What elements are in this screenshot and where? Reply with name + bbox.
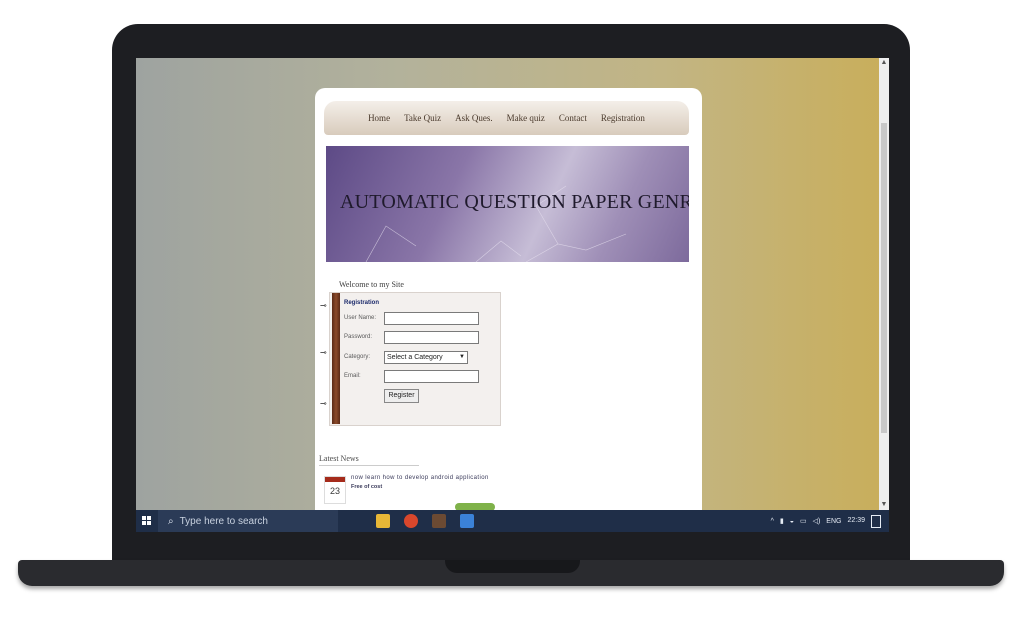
scroll-thumb[interactable] [881, 123, 887, 433]
nav-make-quiz[interactable]: Make quiz [507, 113, 545, 123]
scroll-down-icon[interactable]: ▼ [879, 500, 889, 510]
notification-icon[interactable] [871, 514, 881, 528]
web-page: Home Take Quiz Ask Ques. Make quiz Conta… [315, 88, 702, 518]
binder-ring-icon: ⊸ [320, 348, 327, 357]
windows-start-icon[interactable] [136, 510, 158, 532]
username-label: User Name: [344, 315, 377, 321]
category-selected-value: Select a Category [387, 354, 443, 361]
welcome-text: Welcome to my Site [339, 280, 404, 289]
news-item-sub: Free of cost [351, 484, 383, 490]
latest-news-heading: Latest News [319, 454, 359, 463]
nav-registration[interactable]: Registration [601, 113, 645, 123]
binder-ring-icon: ⊸ [320, 399, 327, 408]
email-input[interactable] [384, 370, 479, 383]
news-item-link[interactable]: now learn how to develop android applica… [351, 475, 489, 481]
clock-time: 22:39 [847, 517, 865, 524]
file-explorer-icon[interactable] [376, 514, 390, 528]
wifi-icon[interactable]: ◒ [790, 518, 794, 525]
username-input[interactable] [384, 312, 479, 325]
category-select[interactable]: Select a Category ▼ [384, 351, 468, 364]
taskbar-search[interactable]: ⌕ Type here to search [158, 510, 338, 532]
system-tray: ^ ▮ ◒ ▭ ◁) ENG 22:39 [771, 510, 889, 532]
store-icon[interactable] [460, 514, 474, 528]
header-banner: AUTOMATIC QUESTION PAPER GENRATOR [326, 146, 689, 262]
volume-icon[interactable]: ◁) [813, 517, 821, 525]
binder-ring-icon: ⊸ [320, 301, 327, 310]
chevron-down-icon: ▼ [459, 354, 465, 360]
registration-title: Registration [344, 300, 380, 306]
display-icon[interactable]: ▭ [800, 517, 807, 525]
nav-bar: Home Take Quiz Ask Ques. Make quiz Conta… [324, 101, 689, 135]
chrome-icon[interactable] [404, 514, 418, 528]
password-input[interactable] [384, 331, 479, 344]
vertical-scrollbar[interactable]: ▲ ▼ [879, 58, 889, 510]
laptop-notch [445, 560, 580, 573]
nav-ask-ques[interactable]: Ask Ques. [455, 113, 493, 123]
screen: ▲ ▼ Home Take Quiz Ask Ques. Make quiz C… [136, 58, 889, 532]
email-label: Email: [344, 373, 361, 379]
nav-take-quiz[interactable]: Take Quiz [404, 113, 441, 123]
register-button[interactable]: Register [384, 389, 419, 403]
nav-contact[interactable]: Contact [559, 113, 587, 123]
calendar-icon: 23 [324, 476, 346, 504]
banner-title: AUTOMATIC QUESTION PAPER GENRATOR [340, 191, 689, 213]
search-placeholder: Type here to search [179, 515, 268, 527]
scroll-up-icon[interactable]: ▲ [879, 58, 889, 68]
windows-logo-icon [142, 516, 151, 525]
language-indicator[interactable]: ENG [826, 518, 841, 525]
nav-home[interactable]: Home [368, 113, 390, 123]
network-icon[interactable]: ▮ [780, 517, 784, 525]
chevron-up-icon[interactable]: ^ [771, 518, 774, 525]
taskbar: ⌕ Type here to search ^ ▮ ◒ ▭ ◁) ENG 22:… [136, 510, 889, 532]
app-icon[interactable] [432, 514, 446, 528]
password-label: Password: [344, 334, 373, 340]
registration-panel: ⊸ ⊸ ⊸ Registration User Name: Password: … [320, 292, 501, 426]
calendar-day: 23 [329, 486, 340, 496]
category-label: Category: [344, 354, 371, 360]
clock[interactable]: 22:39 [847, 517, 865, 525]
news-divider [319, 465, 419, 466]
search-icon: ⌕ [168, 515, 174, 527]
